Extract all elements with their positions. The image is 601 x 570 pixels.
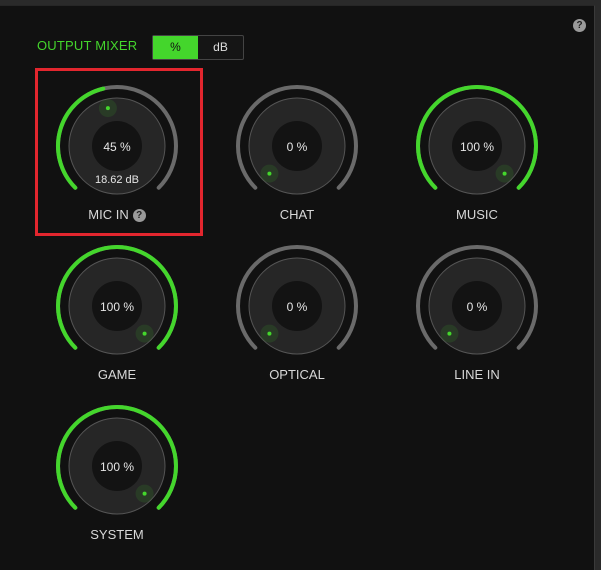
knob-line-in[interactable]: 0 % bbox=[397, 226, 557, 386]
knob-value: 45 % bbox=[103, 140, 131, 154]
knob-indicator-dot bbox=[142, 491, 147, 496]
knob-indicator-dot bbox=[142, 331, 147, 336]
knob-game[interactable]: 100 % bbox=[37, 226, 197, 386]
knob-label-text: MUSIC bbox=[456, 207, 498, 222]
knob-music[interactable]: 100 % bbox=[397, 66, 557, 226]
percent-option[interactable]: % bbox=[153, 36, 198, 59]
knob-value: 100 % bbox=[460, 140, 494, 154]
section-title: OUTPUT MIXER bbox=[37, 38, 138, 53]
knob-label-text: SYSTEM bbox=[90, 527, 144, 542]
help-icon[interactable]: ? bbox=[132, 209, 146, 222]
knob-label: LINE IN bbox=[397, 367, 557, 382]
knob-label-text: CHAT bbox=[279, 207, 315, 222]
knob-label-text: MIC IN bbox=[88, 207, 129, 222]
knob-db-value: 18.62 dB bbox=[95, 174, 139, 186]
knob-chat[interactable]: 0 % bbox=[217, 66, 377, 226]
knob-label-text: GAME bbox=[97, 367, 137, 382]
knob-label-text: LINE IN bbox=[454, 367, 500, 382]
knob-label: OPTICAL bbox=[217, 367, 377, 382]
knob-indicator-dot bbox=[267, 331, 272, 336]
knob-label: SYSTEM bbox=[37, 527, 197, 542]
knob-value: 0 % bbox=[287, 300, 308, 314]
unit-toggle[interactable]: % dB bbox=[152, 35, 244, 60]
knob-label: GAME bbox=[37, 367, 197, 382]
db-option[interactable]: dB bbox=[198, 36, 243, 59]
knob-label-text: OPTICAL bbox=[269, 367, 325, 382]
knob-indicator-dot bbox=[447, 331, 452, 336]
knob-label: MIC IN? bbox=[37, 207, 197, 222]
knob-value: 0 % bbox=[467, 300, 488, 314]
knob-mic-in[interactable]: 45 % 18.62 dB bbox=[37, 66, 197, 226]
help-icon[interactable]: ? bbox=[573, 19, 586, 32]
knob-value: 100 % bbox=[100, 300, 134, 314]
knob-label: MUSIC bbox=[397, 207, 557, 222]
knob-label: CHAT bbox=[217, 207, 377, 222]
knob-indicator-dot bbox=[502, 171, 507, 176]
knob-indicator-dot bbox=[105, 106, 110, 111]
knob-value: 0 % bbox=[287, 140, 308, 154]
knob-value: 100 % bbox=[100, 460, 134, 474]
knob-indicator-dot bbox=[267, 171, 272, 176]
knob-system[interactable]: 100 % bbox=[37, 386, 197, 546]
knob-optical[interactable]: 0 % bbox=[217, 226, 377, 386]
